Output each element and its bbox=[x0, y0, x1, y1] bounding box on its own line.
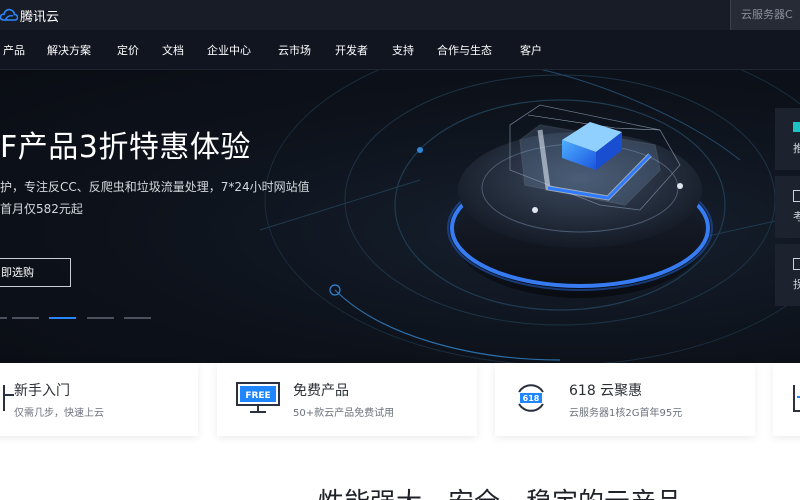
nav-item-developers[interactable]: 开发者 bbox=[335, 42, 368, 58]
nav-item-enterprise[interactable]: 企业中心 bbox=[207, 42, 251, 58]
feature-card-subtitle: 云服务器1核2G首年95元 bbox=[569, 408, 683, 419]
buy-now-button[interactable]: 即选购 bbox=[0, 258, 71, 287]
hero-description: 护，专注反CC、反爬虫和垃圾流量处理，7*24小时网站值 首月仅582元起 bbox=[0, 176, 310, 220]
carousel-dot-active[interactable] bbox=[49, 317, 76, 319]
sale-618-text: 618 bbox=[523, 394, 540, 403]
feature-card-subtitle: 仅需几步，快速上云 bbox=[14, 408, 104, 419]
square-outline-icon bbox=[793, 190, 800, 202]
free-badge-text: FREE bbox=[245, 391, 270, 401]
hero-banner[interactable]: F产品3折特惠体验 护，专注反CC、反爬虫和垃圾流量处理，7*24小时网站值 首… bbox=[0, 70, 800, 363]
nav-item-products[interactable]: 产品 bbox=[3, 42, 25, 58]
feature-card-title: 新手入门 bbox=[14, 383, 70, 399]
carousel-dot[interactable] bbox=[0, 317, 7, 319]
feature-card-subtitle: 50+款云产品免费试用 bbox=[293, 408, 395, 419]
nav-item-customers[interactable]: 客户 bbox=[520, 42, 542, 58]
top-bar: 腾讯云 云服务器C bbox=[0, 0, 800, 30]
logo-text: 腾讯云 bbox=[20, 9, 60, 25]
side-card-text: 推 bbox=[793, 142, 800, 155]
sale-618-icon: 618 bbox=[518, 384, 544, 412]
nav-item-partners[interactable]: 合作与生态 bbox=[437, 42, 492, 58]
cloud-logo-icon bbox=[0, 8, 18, 21]
document-icon bbox=[793, 385, 800, 412]
nav-item-pricing[interactable]: 定价 bbox=[117, 42, 139, 58]
search-input-text: 云服务器C bbox=[741, 8, 793, 21]
logo[interactable]: 腾讯云 bbox=[0, 6, 60, 25]
side-card-1[interactable]: 推 bbox=[775, 108, 800, 170]
nav-item-support[interactable]: 支持 bbox=[392, 42, 414, 58]
hero-desc-line-2: 首月仅582元起 bbox=[0, 202, 83, 216]
carousel-dot[interactable] bbox=[87, 317, 114, 319]
nav-item-solutions[interactable]: 解决方案 bbox=[47, 42, 91, 58]
feature-card-title: 免费产品 bbox=[293, 383, 349, 399]
side-card-3[interactable]: 拐 bbox=[775, 244, 800, 306]
section-title: 性能强大、安全、稳定的云产品 bbox=[0, 482, 800, 500]
feature-card-partial[interactable] bbox=[773, 363, 800, 436]
carousel-dot[interactable] bbox=[12, 317, 39, 319]
cyan-marker-icon bbox=[793, 122, 800, 132]
hero-title: F产品3折特惠体验 bbox=[0, 130, 251, 165]
side-card-text: 考 bbox=[793, 210, 800, 223]
feature-card-getting-started[interactable]: 新手入门 仅需几步，快速上云 bbox=[0, 363, 198, 436]
nav-item-marketplace[interactable]: 云市场 bbox=[278, 42, 311, 58]
nav-item-docs[interactable]: 文档 bbox=[162, 42, 184, 58]
side-card-2[interactable]: 考 bbox=[775, 176, 800, 238]
free-badge-icon: FREE bbox=[236, 382, 280, 413]
square-outline-icon bbox=[793, 258, 800, 270]
feature-card-618-sale[interactable]: 618 618 云聚惠 云服务器1核2G首年95元 bbox=[495, 363, 755, 436]
hero-desc-line-1: 护，专注反CC、反爬虫和垃圾流量处理，7*24小时网站值 bbox=[0, 180, 310, 194]
feature-card-title: 618 云聚惠 bbox=[569, 383, 643, 399]
carousel-dot[interactable] bbox=[124, 317, 151, 319]
search-input[interactable]: 云服务器C bbox=[730, 0, 800, 30]
side-card-text: 拐 bbox=[793, 278, 800, 291]
feature-card-free-products[interactable]: FREE 免费产品 50+款云产品免费试用 bbox=[217, 363, 477, 436]
main-nav: 产品 解决方案 定价 文档 企业中心 云市场 开发者 支持 合作与生态 客户 bbox=[0, 30, 800, 70]
